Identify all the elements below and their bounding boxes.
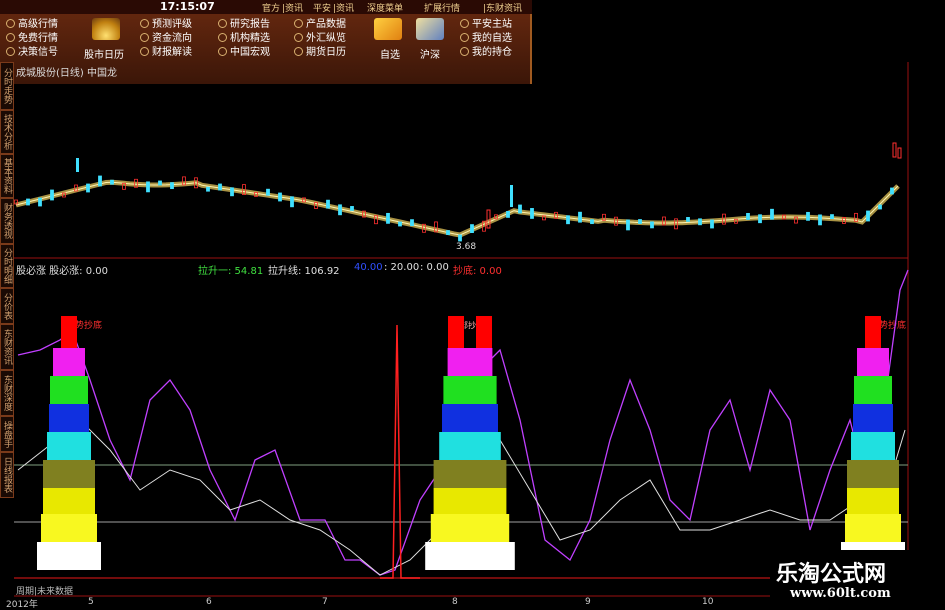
tower-block (845, 514, 901, 542)
candle (892, 142, 897, 158)
candle (518, 204, 522, 214)
candle (50, 189, 54, 201)
candle (98, 175, 102, 187)
candle (38, 197, 42, 207)
candle (818, 214, 822, 226)
watermark-title: 乐淘公式网 (776, 561, 887, 587)
candle (410, 219, 414, 227)
tower-block (857, 348, 889, 376)
candle (386, 212, 390, 224)
candle (278, 192, 282, 202)
candle (110, 179, 114, 185)
tower-block (854, 376, 892, 404)
stock-chart-canvas (14, 62, 909, 597)
candle (890, 187, 894, 195)
tower-block (442, 404, 498, 432)
candle (506, 210, 510, 218)
candle (806, 211, 810, 221)
candle (578, 211, 582, 223)
candle (758, 214, 762, 224)
candle (530, 208, 534, 219)
candle (830, 214, 834, 220)
candle (266, 188, 270, 196)
tower-block (47, 432, 91, 460)
tower-block (43, 460, 95, 488)
x-axis-month-8: 8 (452, 597, 458, 607)
candle (458, 234, 462, 242)
candle (590, 219, 594, 225)
candle (710, 219, 714, 229)
tower-block (847, 488, 899, 514)
tower-block (430, 514, 510, 542)
candle (446, 230, 450, 235)
candle (897, 147, 902, 159)
candle (326, 199, 330, 209)
tower-block (433, 488, 507, 514)
x-axis-year: 2012年 (6, 600, 38, 610)
tower-block (49, 404, 89, 432)
candle (626, 219, 630, 231)
candle (76, 158, 79, 172)
tower-block (847, 460, 899, 488)
candle (566, 215, 570, 225)
tower-block (476, 316, 492, 348)
tower-block (41, 514, 97, 542)
candle (650, 221, 654, 229)
candle (86, 183, 90, 193)
tower-block (865, 316, 881, 348)
tower-block (853, 404, 893, 432)
candle (350, 206, 354, 211)
tower-block (50, 376, 88, 404)
candle (206, 186, 210, 192)
tower-block (447, 348, 493, 376)
x-axis-month-7: 7 (322, 597, 328, 607)
red-spike-line (380, 324, 420, 579)
tower-block (439, 432, 501, 460)
tower-block (851, 432, 895, 460)
x-axis-month-9: 9 (585, 597, 591, 607)
tower-block (448, 316, 464, 348)
candle (158, 180, 162, 186)
x-axis-month-6: 6 (206, 597, 212, 607)
candle (170, 182, 174, 190)
candle (470, 224, 474, 234)
tower-block (425, 542, 515, 570)
watermark-url: www.60lt.com (790, 586, 891, 601)
tower-block (37, 542, 101, 570)
candle (770, 208, 774, 220)
candle (746, 213, 750, 220)
candle (146, 181, 150, 193)
candle (218, 183, 222, 191)
candle (338, 204, 342, 216)
candle (290, 196, 294, 208)
x-axis-month-5: 5 (88, 597, 94, 607)
x-axis-month-10: 10 (702, 597, 714, 607)
candle (398, 221, 402, 227)
candle (686, 217, 690, 222)
tower-block (443, 376, 497, 404)
tower-block (53, 348, 85, 376)
candle (486, 209, 491, 229)
candle (698, 218, 702, 226)
tower-block (43, 488, 95, 514)
candle (638, 219, 642, 224)
candle (510, 185, 513, 207)
tower-block (61, 316, 77, 348)
candle (26, 198, 30, 206)
candle (866, 210, 870, 222)
candle (230, 187, 234, 197)
tower-block (433, 460, 507, 488)
candle (878, 204, 882, 210)
